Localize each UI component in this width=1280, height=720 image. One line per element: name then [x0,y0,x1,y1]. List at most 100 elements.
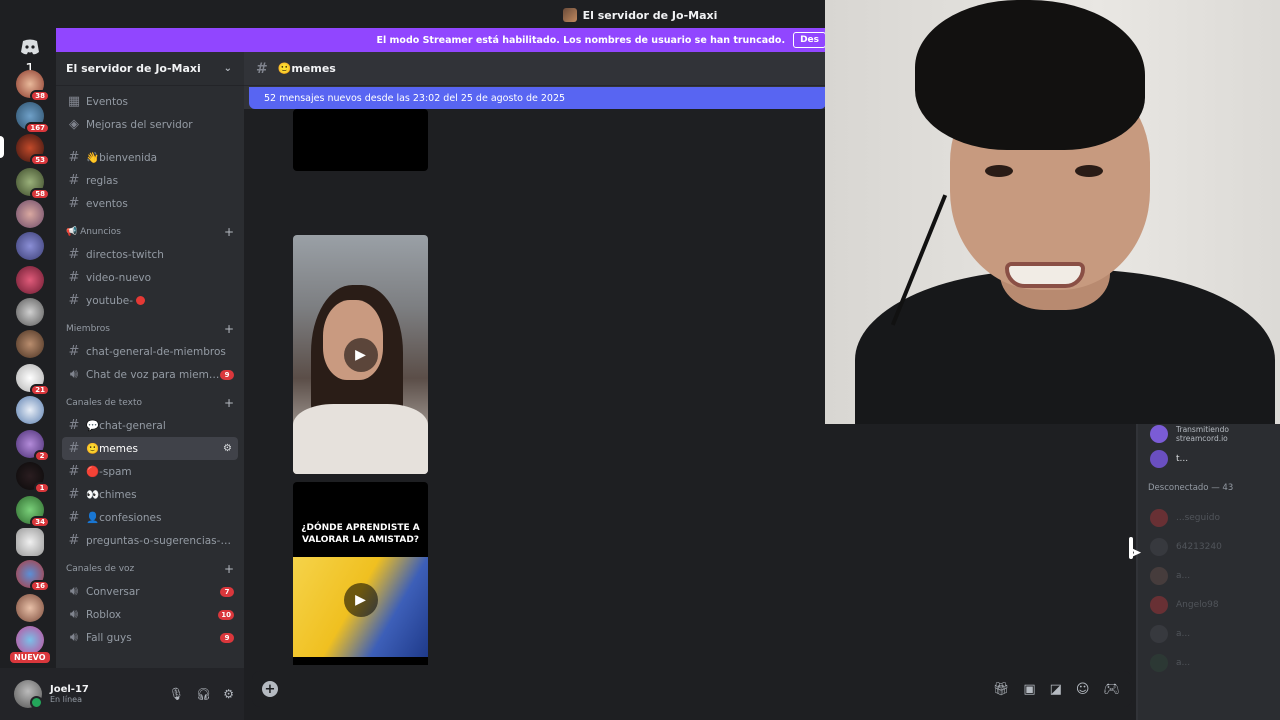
disable-streamer-button[interactable]: Des [793,32,826,48]
server-icon[interactable] [16,396,44,424]
member-name: a... [1176,628,1191,639]
channel-chimes[interactable]: # 👀chimes [62,483,238,506]
avatar[interactable] [14,680,43,709]
server-icon[interactable]: 1 [16,462,50,494]
microphone-icon[interactable]: 🎙︎ [169,687,184,701]
channel-preguntas[interactable]: # preguntas-o-sugerencias-pa... [62,529,238,552]
active-server-indicator [0,136,4,158]
server-icon[interactable] [16,330,44,358]
channel-chat-general-miembros[interactable]: # chat-general-de-miembros [62,340,238,363]
channel-settings-icon[interactable]: ⚙ [223,443,234,454]
member-name: a... [1176,570,1191,581]
channel-eventos[interactable]: # eventos [62,192,238,215]
member-name: Angelo98 [1176,599,1219,610]
gamepad-icon[interactable]: 🎮︎ [1103,682,1120,697]
gif-icon[interactable]: ▣ [1023,682,1035,697]
channel-label: 🔴-spam [86,466,132,478]
sidebar-item-eventos[interactable]: ▦ Eventos [62,90,238,113]
hashtag-icon: # [68,487,80,502]
new-messages-bar[interactable]: 52 mensajes nuevos desde las 23:02 del 2… [249,87,826,109]
channel-badge: 9 [220,632,234,643]
server-icon[interactable]: 38 [16,70,50,102]
category-texto[interactable]: Canales de texto + [56,392,244,414]
server-icon[interactable]: 53 [16,134,50,166]
category-miembros[interactable]: Miembros + [56,318,244,340]
video-caption: ¿DÓNDE APRENDISTE A VALORAR LA AMISTAD? [301,523,420,545]
channel-confesiones[interactable]: # 👤confesiones [62,506,238,529]
video-attachment[interactable]: ▶ [293,235,428,474]
category-label: 📢 Anuncios [66,227,121,237]
category-voz[interactable]: Canales de voz + [56,558,244,580]
channel-video-nuevo[interactable]: # video-nuevo [62,266,238,289]
add-channel-icon[interactable]: + [224,562,234,576]
category-anuncios[interactable]: 📢 Anuncios + [56,221,244,243]
member-item[interactable]: t... [1138,444,1280,473]
server-icon[interactable]: 167 [16,102,50,134]
server-icon[interactable] [16,594,44,622]
server-icon[interactable] [16,200,44,228]
hashtag-icon: # [68,344,80,359]
member-item[interactable]: Transmitiendo streamcord.io [1138,424,1280,444]
server-icon[interactable] [16,626,44,654]
emoji-icon[interactable]: ☺ [1076,682,1090,697]
add-channel-icon[interactable]: + [224,396,234,410]
member-item[interactable]: a... [1138,648,1280,677]
channel-label: youtube- [86,294,133,307]
channel-chat-voz-miembros[interactable]: 🔊︎ Chat de voz para miemb... 9 [62,363,238,386]
member-name: t... [1176,453,1189,464]
gear-icon[interactable]: ⚙ [223,687,234,701]
member-avatar [1150,624,1168,643]
server-icon[interactable]: 58 [16,168,50,200]
server-icon[interactable]: 34 [16,496,50,528]
server-icon[interactable]: 2 [16,430,50,462]
play-icon[interactable]: ▶ [343,337,378,372]
channel-spam[interactable]: # 🔴-spam [62,460,238,483]
server-icon[interactable]: 21 [16,364,50,396]
member-avatar [1150,653,1168,672]
channel-label: 👋bienvenida [86,152,158,164]
channel-chat-general[interactable]: # 💬chat-general [62,414,238,437]
member-item[interactable]: a... [1138,619,1280,648]
hashtag-icon: # [68,441,80,456]
add-attachment-icon[interactable]: + [262,681,278,697]
sticker-icon[interactable]: ◪ [1050,682,1062,697]
play-icon[interactable]: ▶ [343,583,378,617]
speaker-icon: 🔊︎ [69,584,79,599]
server-header[interactable]: El servidor de Jo-Maxi ⌄ [56,52,244,86]
channel-label: directos-twitch [86,248,164,261]
server-icon[interactable]: 16 [16,560,50,592]
channel-memes[interactable]: # 🙂memes ⚙ [62,437,238,460]
window-title: El servidor de Jo-Maxi [582,8,718,22]
channel-title: 🙂memes [277,62,336,75]
member-item[interactable]: 64213240 [1138,532,1280,561]
add-channel-icon[interactable]: + [224,322,234,336]
channel-sidebar: El servidor de Jo-Maxi ⌄ ▦ Eventos ◈ Mejor… [56,52,244,668]
video-attachment[interactable] [293,109,428,171]
channel-badge: 10 [218,609,234,620]
voice-channel-roblox[interactable]: 🔊︎ Roblox 10 [62,603,238,626]
server-icon[interactable] [16,528,44,556]
username: Joel-17 [50,684,89,695]
message-input[interactable]: + 🎁︎ ▣ ◪ ☺ 🎮︎ [252,671,1132,707]
voice-channel-fall-guys[interactable]: 🔊︎ Fall guys 9 [62,626,238,649]
member-item[interactable]: Angelo98 [1138,590,1280,619]
member-item[interactable]: a... [1138,561,1280,590]
channel-bienvenida[interactable]: # 👋bienvenida [62,146,238,169]
channel-reglas[interactable]: # reglas [62,169,238,192]
gift-icon[interactable]: 🎁︎ [993,682,1010,697]
channel-label: 👀chimes [86,489,137,501]
add-channel-icon[interactable]: + [224,225,234,239]
sidebar-item-mejoras[interactable]: ◈ Mejoras del servidor [62,113,238,136]
channel-youtube[interactable]: # youtube- [62,289,238,312]
discord-home-icon[interactable]: 1 [18,38,42,78]
new-messages-text: 52 mensajes nuevos desde las 23:02 del 2… [264,92,566,104]
server-icon[interactable] [16,298,44,326]
server-icon[interactable] [16,266,44,294]
headphones-icon[interactable]: 🎧︎ [196,687,211,701]
rail-badge: 21 [30,384,50,396]
voice-channel-conversar[interactable]: 🔊︎ Conversar 7 [62,580,238,603]
member-item[interactable]: ...seguido [1138,503,1280,532]
server-icon[interactable] [16,232,44,260]
channel-directos-twitch[interactable]: # directos-twitch [62,243,238,266]
hashtag-icon: # [256,60,268,77]
